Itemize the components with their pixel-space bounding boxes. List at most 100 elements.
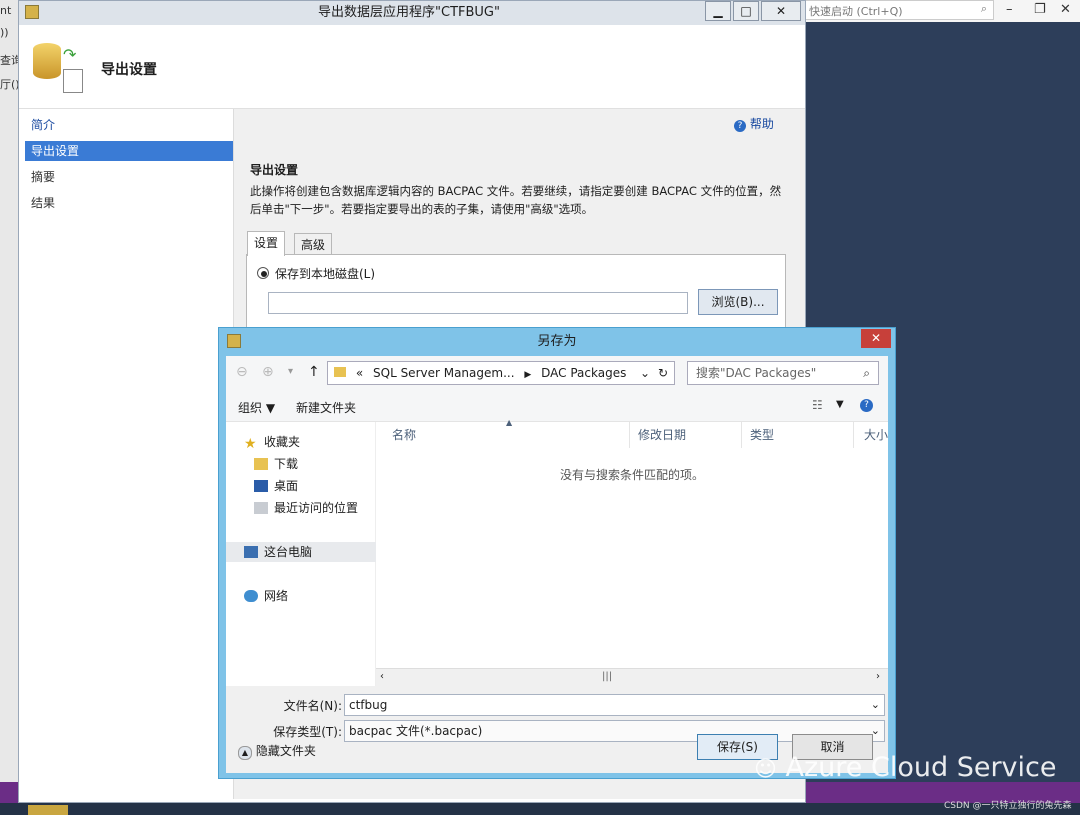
dialog-body: ⊖ ⊕ ▾ ↑ « SQL Server Managem... ▶ DAC Pa… bbox=[226, 356, 888, 773]
view-options-icon[interactable]: ☷ bbox=[812, 398, 823, 412]
search-icon: ⌕ bbox=[863, 366, 870, 380]
minimize-icon[interactable]: – bbox=[1006, 2, 1013, 17]
nav-network-label: 网络 bbox=[264, 589, 289, 603]
export-arrow-icon: ↷ bbox=[63, 45, 77, 64]
wizard-header: ↷ 导出设置 bbox=[19, 25, 805, 109]
help-icon[interactable]: ? bbox=[860, 399, 873, 412]
download-folder-icon bbox=[254, 458, 268, 470]
up-arrow-icon[interactable]: ↑ bbox=[308, 364, 320, 380]
help-label: 帮助 bbox=[749, 117, 774, 131]
dialog-title: 另存为 bbox=[537, 334, 577, 349]
close-button[interactable]: ✕ bbox=[761, 1, 801, 21]
filename-label: 文件名(N): bbox=[283, 699, 342, 713]
restore-icon[interactable]: ❐ bbox=[1034, 2, 1046, 17]
app-icon bbox=[25, 5, 39, 19]
horizontal-scrollbar[interactable]: ‹ ||| › bbox=[376, 668, 888, 686]
breadcrumb-prefix: « bbox=[355, 366, 364, 380]
column-size[interactable]: 大小 bbox=[854, 422, 888, 448]
bg-text: nt bbox=[0, 4, 12, 17]
csdn-credit: CSDN @一只特立独行的兔先森 bbox=[944, 801, 1072, 811]
wizard-title-bar: 导出数据层应用程序"CTFBUG" ▁ □ ✕ bbox=[19, 1, 805, 25]
wechat-icon: ☺ bbox=[754, 757, 777, 782]
folder-icon bbox=[334, 367, 346, 377]
tab-settings[interactable]: 设置 bbox=[247, 231, 286, 256]
chevron-up-icon: ▲ bbox=[238, 746, 252, 760]
wizard-title: 导出数据层应用程序"CTFBUG" bbox=[318, 5, 500, 20]
nav-item-summary[interactable]: 摘要 bbox=[25, 167, 233, 187]
filetype-value: bacpac 文件(*.bacpac) bbox=[349, 724, 483, 738]
network-icon bbox=[244, 590, 258, 602]
filename-input[interactable]: ctfbug ⌄ bbox=[344, 694, 885, 716]
quick-launch-input[interactable]: 快速启动 (Ctrl+Q) ⌕ bbox=[804, 0, 994, 20]
column-type[interactable]: 类型 bbox=[742, 422, 854, 448]
quick-launch-placeholder: 快速启动 (Ctrl+Q) bbox=[809, 5, 903, 18]
hide-folders-label: 隐藏文件夹 bbox=[255, 744, 316, 758]
close-icon[interactable]: ✕ bbox=[1060, 2, 1071, 17]
maximize-button[interactable]: □ bbox=[733, 1, 759, 21]
organize-button[interactable]: 组织 ▼ bbox=[238, 399, 275, 416]
scroll-right-icon[interactable]: › bbox=[876, 671, 880, 682]
nav-favorites-label: 收藏夹 bbox=[264, 435, 301, 449]
save-local-label: 保存到本地磁盘(L) bbox=[275, 267, 376, 281]
local-path-input[interactable] bbox=[268, 292, 688, 314]
search-input[interactable]: 搜索"DAC Packages" ⌕ bbox=[687, 361, 879, 385]
help-link[interactable]: ? 帮助 bbox=[734, 115, 774, 132]
address-row: ⊖ ⊕ ▾ ↑ « SQL Server Managem... ▶ DAC Pa… bbox=[226, 356, 888, 392]
search-icon: ⌕ bbox=[980, 2, 987, 15]
scroll-left-icon[interactable]: ‹ bbox=[380, 671, 384, 682]
taskbar bbox=[0, 803, 1080, 815]
nav-item-results[interactable]: 结果 bbox=[25, 193, 233, 213]
nav-this-pc-label: 这台电脑 bbox=[264, 545, 313, 559]
watermark-text: Azure Cloud Service bbox=[785, 752, 1057, 783]
navigation-pane: ★ 收藏夹 下载 桌面 最近访问的位置 这台电脑 网络 bbox=[226, 422, 412, 686]
file-list: 名称 ▲ 修改日期 类型 大小 没有与搜索条件匹配的项。 ‹ ||| › bbox=[376, 418, 888, 686]
page-title: 导出设置 bbox=[101, 62, 157, 78]
nav-item-export-settings[interactable]: 导出设置 bbox=[25, 141, 233, 161]
ide-window-controls[interactable]: – ❐ ✕ bbox=[1000, 2, 1076, 20]
nav-desktop-label: 桌面 bbox=[274, 479, 299, 493]
package-icon bbox=[63, 69, 83, 93]
watermark: ☺ Azure Cloud Service bbox=[754, 752, 1056, 783]
chevron-down-icon[interactable]: ▼ bbox=[836, 399, 844, 410]
back-icon[interactable]: ⊖ bbox=[236, 364, 248, 380]
scroll-thumb-icon[interactable]: ||| bbox=[602, 671, 612, 682]
column-name[interactable]: 名称 bbox=[376, 422, 630, 448]
minimize-button[interactable]: ▁ bbox=[705, 1, 731, 21]
empty-message: 没有与搜索条件匹配的项。 bbox=[559, 468, 704, 482]
hide-folders-toggle[interactable]: ▲ 隐藏文件夹 bbox=[238, 742, 316, 760]
bg-text: )) bbox=[0, 26, 9, 39]
section-title: 导出设置 bbox=[250, 163, 299, 177]
save-local-radio[interactable] bbox=[257, 267, 269, 279]
filetype-label: 保存类型(T): bbox=[273, 725, 342, 739]
forward-icon[interactable]: ⊕ bbox=[262, 364, 274, 380]
address-bar[interactable]: « SQL Server Managem... ▶ DAC Packages ⌄… bbox=[327, 361, 675, 385]
computer-icon bbox=[244, 546, 258, 558]
nav-downloads-label: 下载 bbox=[274, 457, 299, 471]
desktop-icon bbox=[254, 480, 268, 492]
column-modified[interactable]: 修改日期 bbox=[630, 422, 742, 448]
chevron-down-icon[interactable]: ▾ bbox=[288, 366, 293, 377]
tab-advanced[interactable]: 高级 bbox=[294, 233, 333, 256]
wizard-nav: 简介 导出设置 摘要 结果 bbox=[19, 109, 233, 799]
filename-value: ctfbug bbox=[349, 698, 388, 712]
breadcrumb-item[interactable]: DAC Packages bbox=[541, 366, 626, 380]
dialog-close-button[interactable]: ✕ bbox=[861, 329, 891, 348]
help-icon: ? bbox=[734, 120, 746, 132]
new-folder-button[interactable]: 新建文件夹 bbox=[296, 399, 356, 416]
database-icon bbox=[33, 43, 61, 79]
nav-item-intro[interactable]: 简介 bbox=[25, 115, 233, 135]
chevron-down-icon[interactable]: ⌄ bbox=[640, 362, 650, 384]
breadcrumb-item[interactable]: SQL Server Managem... bbox=[373, 366, 515, 380]
chevron-down-icon[interactable]: ⌄ bbox=[871, 695, 880, 715]
chevron-right-icon: ▶ bbox=[524, 370, 532, 380]
save-as-dialog: 另存为 ✕ ⊖ ⊕ ▾ ↑ « SQL Server Managem... ▶ … bbox=[218, 327, 896, 779]
browse-button[interactable]: 浏览(B)... bbox=[698, 289, 778, 315]
bg-text: 厅() bbox=[0, 78, 20, 91]
refresh-icon[interactable]: ↻ bbox=[658, 362, 668, 384]
sort-asc-icon: ▲ bbox=[506, 418, 513, 427]
section-description: 此操作将创建包含数据库逻辑内容的 BACPAC 文件。若要继续，请指定要创建 B… bbox=[250, 184, 782, 216]
taskbar-app-icon[interactable] bbox=[28, 805, 68, 815]
recent-places-icon bbox=[254, 502, 268, 514]
search-placeholder: 搜索"DAC Packages" bbox=[696, 366, 817, 380]
dialog-toolbar: 组织 ▼ 新建文件夹 ☷ ▼ ? bbox=[226, 392, 888, 422]
